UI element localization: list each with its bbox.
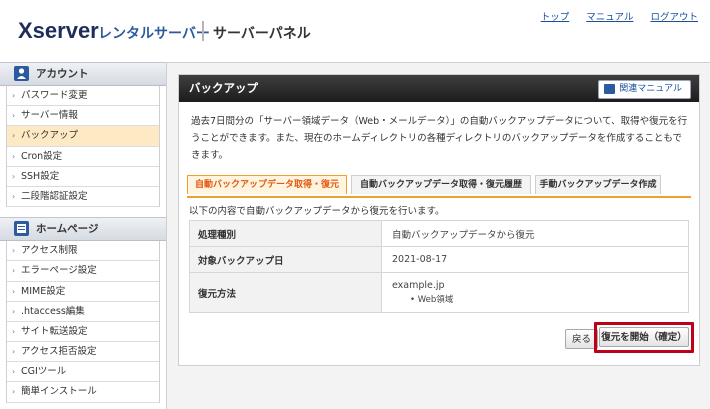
logo-divider	[202, 21, 204, 41]
row-value: example.jp	[392, 280, 445, 291]
arrow-icon: ›	[12, 111, 16, 121]
sidebar-item-error-page[interactable]: › エラーページ設定	[7, 261, 159, 282]
sidebar-section-title: ホームページ	[36, 223, 99, 236]
sidebar-item-label: CGIツール	[21, 366, 67, 378]
sidebar: アカウント › パスワード変更 › サーバー情報 › バックアップ › Cron設定 ›…	[0, 62, 167, 409]
logo[interactable]: Xserver	[18, 18, 99, 44]
page-title: バックアップ	[189, 81, 258, 95]
sidebar-item-label: Cron設定	[21, 150, 63, 162]
related-manual-label: 関連マニュアル	[619, 84, 682, 94]
arrow-icon: ›	[12, 171, 16, 181]
row-label: 復元方法	[189, 272, 382, 313]
table-row: 処理種別 自動バックアップデータから復元	[189, 220, 689, 247]
top-link-manual[interactable]: マニュアル	[586, 12, 633, 23]
row-label: 対象バックアップ日	[189, 246, 382, 273]
sidebar-item-install[interactable]: › 簡単インストール	[7, 382, 159, 403]
logo-subtitle: レンタルサーバー	[98, 26, 210, 42]
arrow-icon: ›	[12, 131, 16, 141]
sidebar-item-cron[interactable]: › Cron設定	[7, 147, 159, 167]
arrow-icon: ›	[12, 387, 16, 397]
restore-details-table: 処理種別 自動バックアップデータから復元 対象バックアップ日 2021-08-1…	[189, 220, 689, 313]
related-manual-button[interactable]: 関連マニュアル	[598, 80, 691, 99]
sidebar-item-label: 簡単インストール	[21, 386, 97, 398]
sidebar-item-label: .htaccess編集	[21, 305, 85, 317]
section-subtitle: 以下の内容で自動バックアップデータから復元を行います。	[189, 206, 445, 217]
row-value-cell: example.jp • Web領域	[381, 272, 689, 313]
arrow-icon: ›	[12, 286, 16, 296]
arrow-icon: ›	[12, 91, 16, 100]
arrow-icon: ›	[12, 347, 16, 357]
top-links: トップ マニュアル ログアウト	[527, 9, 698, 23]
sidebar-item-mime[interactable]: › MIME設定	[7, 282, 159, 302]
sidebar-section-account: アカウント	[0, 62, 166, 86]
sidebar-group-homepage: › アクセス制限 › エラーページ設定 › MIME設定 › .htaccess編集 ›…	[6, 241, 160, 403]
sidebar-item-access-limit[interactable]: › アクセス制限	[7, 241, 159, 262]
arrow-icon: ›	[12, 266, 16, 276]
sidebar-item-label: パスワード変更	[21, 90, 88, 101]
arrow-icon: ›	[12, 367, 16, 377]
panel-title: サーバーパネル	[213, 26, 311, 42]
sidebar-item-backup[interactable]: › バックアップ	[7, 126, 159, 147]
sidebar-item-ssh[interactable]: › SSH設定	[7, 167, 159, 187]
sidebar-item-label: MIME設定	[21, 285, 66, 297]
sidebar-item-2fa[interactable]: › 二段階認証設定	[7, 187, 159, 208]
sidebar-item-label: SSH設定	[21, 170, 60, 182]
arrow-icon: ›	[12, 246, 16, 256]
header: Xserver レンタルサーバー サーバーパネル トップ マニュアル ログアウト	[0, 0, 710, 63]
sidebar-section-homepage: ホームページ	[0, 217, 166, 242]
row-label: 処理種別	[189, 220, 382, 247]
table-row: 対象バックアップ日 2021-08-17	[189, 246, 689, 273]
top-link-logout[interactable]: ログアウト	[650, 12, 698, 23]
tab-auto-restore[interactable]: 自動バックアップデータ取得・復元	[187, 175, 347, 194]
table-row: 復元方法 example.jp • Web領域	[189, 272, 689, 313]
sidebar-group-account: › パスワード変更 › サーバー情報 › バックアップ › Cron設定 › SSH設定 …	[6, 86, 160, 208]
sidebar-item-cgi[interactable]: › CGIツール	[7, 362, 159, 383]
sidebar-item-label: アクセス拒否設定	[21, 346, 97, 358]
sidebar-section-title: アカウント	[36, 68, 89, 80]
start-restore-button[interactable]: 復元を開始（確定）	[599, 327, 689, 347]
sidebar-item-label: バックアップ	[21, 130, 79, 142]
row-sub-value-text: Web領域	[417, 295, 454, 305]
arrow-icon: ›	[12, 151, 16, 161]
arrow-icon: ›	[12, 326, 16, 336]
page-description: 過去7日間分の「サーバー領域データ（Web・メールデータ）」の自動バックアップデ…	[191, 116, 688, 161]
sidebar-item-label: サイト転送設定	[21, 325, 88, 337]
sidebar-item-label: アクセス制限	[21, 245, 78, 257]
page-title-bar: バックアップ 関連マニュアル	[179, 75, 699, 102]
row-value: 自動バックアップデータから復元	[381, 220, 689, 247]
book-icon	[14, 221, 29, 237]
sidebar-item-label: エラーページ設定	[21, 265, 97, 277]
row-sub-value: • Web領域	[410, 295, 454, 305]
sidebar-item-htaccess[interactable]: › .htaccess編集	[7, 302, 159, 322]
tab-manual-backup[interactable]: 手動バックアップデータ作成	[535, 175, 661, 194]
arrow-icon: ›	[12, 191, 16, 201]
sidebar-item-server-info[interactable]: › サーバー情報	[7, 106, 159, 127]
tab-restore-history[interactable]: 自動バックアップデータ取得・復元履歴	[351, 175, 531, 194]
sidebar-item-redirect[interactable]: › サイト転送設定	[7, 322, 159, 343]
sidebar-item-label: サーバー情報	[21, 110, 78, 122]
sidebar-item-label: 二段階認証設定	[21, 190, 88, 202]
row-value: 2021-08-17	[381, 246, 689, 273]
sidebar-item-password[interactable]: › パスワード変更	[7, 86, 159, 107]
person-icon	[14, 66, 29, 81]
sidebar-item-deny[interactable]: › アクセス拒否設定	[7, 342, 159, 363]
backup-tabs: 自動バックアップデータ取得・復元 自動バックアップデータ取得・復元履歴 手動バッ…	[187, 175, 691, 198]
manual-book-icon	[604, 84, 616, 94]
top-link-top[interactable]: トップ	[541, 12, 570, 23]
arrow-icon: ›	[12, 306, 16, 316]
